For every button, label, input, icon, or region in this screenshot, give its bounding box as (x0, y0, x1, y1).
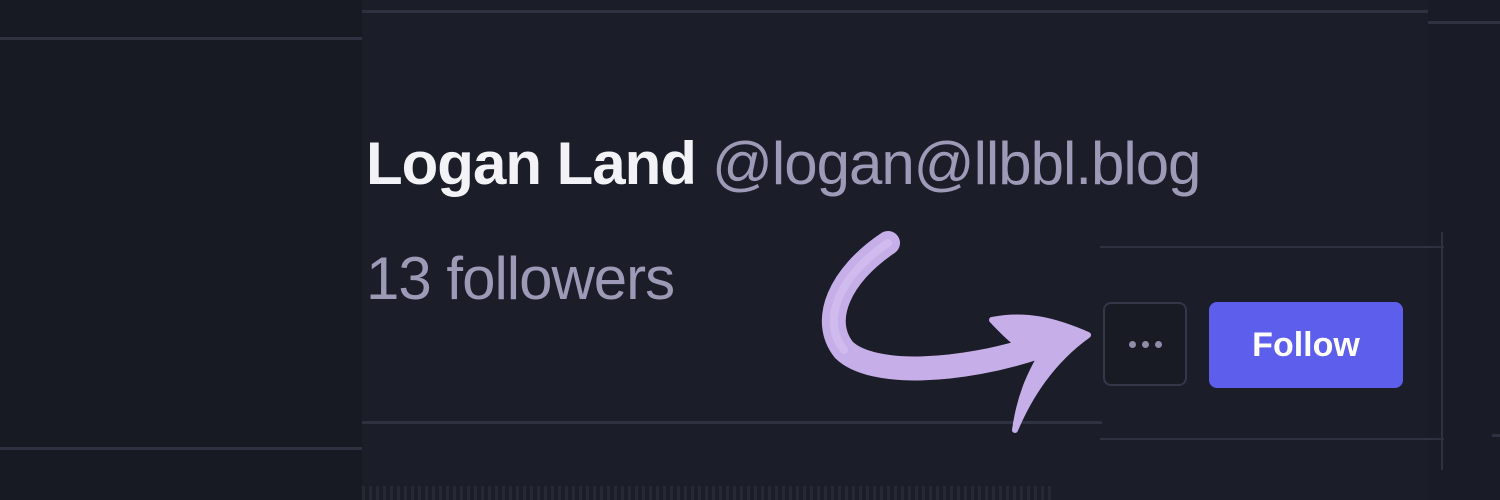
panel-divider-top (362, 10, 1428, 13)
profile-screenshot: Logan Land @logan@llbbl.blog 13 followers… (0, 0, 1500, 500)
follow-button[interactable]: Follow (1209, 302, 1403, 388)
actions-divider-right (1441, 232, 1443, 470)
left-divider-bottom (0, 447, 362, 450)
actions-divider-bottom (1100, 438, 1444, 440)
actions-divider-top (1100, 246, 1444, 248)
right-divider-top (1428, 21, 1500, 24)
ellipsis-icon (1126, 340, 1165, 348)
left-column (0, 0, 362, 500)
curved-arrow-icon (821, 231, 1091, 433)
left-divider-top (0, 37, 362, 40)
followers-count[interactable]: 13 followers (366, 243, 675, 315)
right-divider-bottom (1492, 434, 1500, 437)
display-name[interactable]: Logan Land (366, 130, 697, 197)
profile-header: Logan Land @logan@llbbl.blog (366, 128, 1201, 200)
account-handle[interactable]: @logan@llbbl.blog (712, 130, 1201, 197)
next-item-edge (362, 486, 1052, 500)
